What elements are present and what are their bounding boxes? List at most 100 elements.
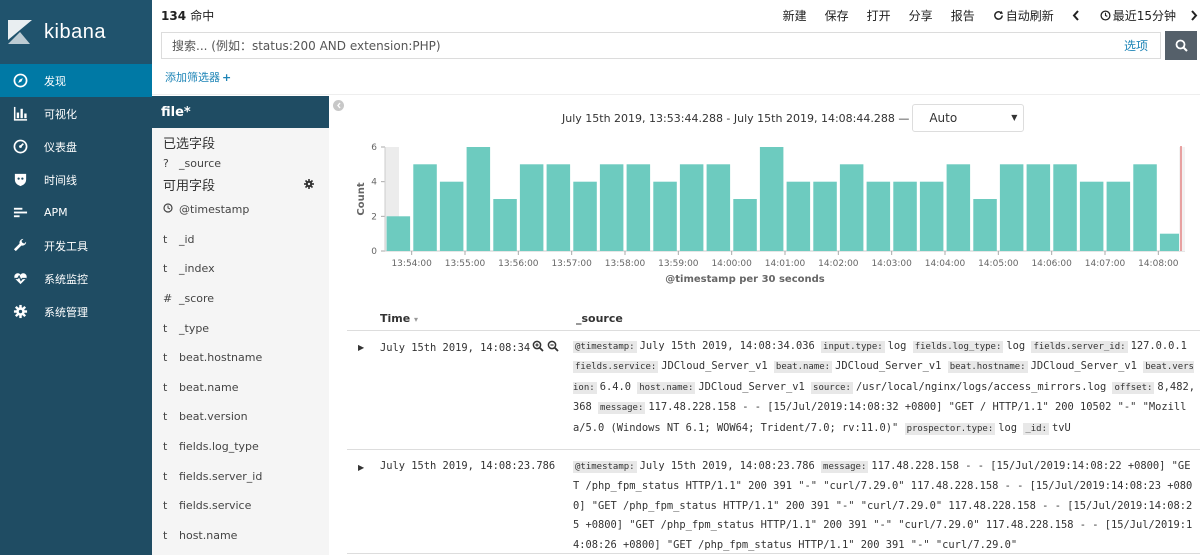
histogram-bar[interactable]: [573, 181, 597, 251]
chevron-right-icon: [1191, 10, 1198, 21]
nav-item-0[interactable]: 发现: [0, 64, 152, 97]
y-axis-label: Count: [356, 182, 367, 215]
histogram-bar[interactable]: [413, 164, 437, 251]
index-pattern[interactable]: file*: [152, 96, 329, 128]
kibana-logo[interactable]: kibana: [0, 0, 152, 64]
histogram-bar[interactable]: [999, 164, 1024, 251]
histogram-bar[interactable]: [679, 164, 704, 251]
field-item[interactable]: t fields.log_type: [152, 432, 329, 462]
table-row[interactable]: ▶ July 15th 2019, 14:08:23.786 @timestamp:…: [347, 450, 1200, 554]
time-picker-button[interactable]: 最近15分钟: [1100, 7, 1176, 24]
field-name: beat.hostname: [179, 351, 263, 365]
field-item[interactable]: # _score: [152, 284, 329, 314]
nav-item-1[interactable]: 可视化: [0, 97, 152, 130]
search-button[interactable]: [1165, 31, 1197, 60]
histogram-bar[interactable]: [546, 164, 571, 251]
histogram-bar[interactable]: [893, 181, 917, 251]
x-tick-label: 13:58:00: [605, 259, 646, 269]
histogram-bar[interactable]: [813, 181, 837, 251]
histogram-bar[interactable]: [519, 164, 544, 251]
source-field-key: fields.service:: [573, 361, 659, 374]
source-field-key: beat.name:: [773, 361, 833, 374]
histogram-bar[interactable]: [626, 164, 651, 251]
x-tick-label: 13:57:00: [551, 259, 592, 269]
nav-item-3[interactable]: 时间线: [0, 163, 152, 196]
field-type-icon: t: [163, 410, 168, 424]
field-item[interactable]: @timestamp: [152, 195, 329, 225]
field-type-icon: t: [163, 351, 168, 365]
histogram-bar[interactable]: [946, 164, 971, 251]
menu-new[interactable]: 新建: [783, 7, 807, 24]
list-icon: [12, 205, 28, 221]
histogram-bar[interactable]: [653, 181, 677, 251]
histogram-bar[interactable]: [1133, 164, 1157, 251]
add-filter-link[interactable]: 添加筛选器 +: [165, 69, 231, 85]
histogram-bar[interactable]: [866, 181, 891, 251]
field-name: host.name: [179, 528, 238, 542]
field-item[interactable]: t _index: [152, 254, 329, 284]
auto-refresh-button[interactable]: 自动刷新: [993, 7, 1054, 24]
field-type-icon: t: [163, 469, 168, 483]
histogram-bar[interactable]: [839, 164, 864, 251]
field-item[interactable]: t beat.hostname: [152, 343, 329, 373]
field-item[interactable]: t fields.service: [152, 491, 329, 521]
histogram-bar[interactable]: [466, 147, 491, 251]
row-time: July 15th 2019, 14:08:23.786: [380, 460, 555, 472]
menu-share[interactable]: 分享: [909, 7, 933, 24]
histogram-bar[interactable]: [973, 199, 997, 251]
source-field-key: message:: [598, 402, 646, 415]
expand-row-icon[interactable]: ▶: [358, 463, 364, 472]
nav-item-2[interactable]: 仪表盘: [0, 130, 152, 163]
nav-item-4[interactable]: APM: [0, 196, 152, 229]
histogram-bar[interactable]: [1026, 164, 1051, 251]
time-back-button[interactable]: [1072, 10, 1082, 21]
field-item[interactable]: t fields.server_id: [152, 461, 329, 491]
column-time[interactable]: Time ▾: [347, 312, 576, 325]
histogram-bar[interactable]: [439, 181, 464, 251]
x-tick-label: 13:59:00: [658, 259, 699, 269]
nav-item-5[interactable]: 开发工具: [0, 229, 152, 262]
nav-item-label: 系统监控: [44, 272, 88, 286]
table-row[interactable]: ▶ July 15th 2019, 14:08:34 @timestamp: July…: [347, 331, 1200, 450]
source-field-key: offset:: [1112, 381, 1155, 394]
field-item[interactable]: t beat.name: [152, 373, 329, 403]
x-tick-label: 14:01:00: [765, 259, 806, 269]
histogram-bar[interactable]: [1053, 164, 1077, 251]
source-field-key: @timestamp:: [573, 461, 637, 473]
expand-row-icon[interactable]: ▶: [358, 343, 364, 352]
source-field-key: source:: [811, 381, 853, 394]
source-field-value: JDCloud_Server_v1: [835, 360, 942, 373]
field-name: fields.log_type: [179, 440, 259, 454]
field-item[interactable]: t beat.version: [152, 402, 329, 432]
nav-item-6[interactable]: 系统监控: [0, 262, 152, 295]
gear-icon[interactable]: [304, 179, 314, 189]
collapse-sidebar-button[interactable]: [333, 100, 344, 111]
field-item[interactable]: t _type: [152, 313, 329, 343]
histogram-bar[interactable]: [599, 164, 624, 251]
search-input[interactable]: 搜索... (例如：status:200 AND extension:PHP) …: [161, 32, 1161, 59]
histogram-bar[interactable]: [733, 199, 757, 251]
x-tick-label: 14:03:00: [871, 259, 912, 269]
field-item[interactable]: t _id: [152, 225, 329, 255]
histogram-bar[interactable]: [1079, 181, 1104, 251]
histogram-bar[interactable]: [786, 181, 811, 251]
field-item[interactable]: t host.name: [152, 521, 329, 551]
interval-select[interactable]: Auto ▼: [912, 104, 1025, 132]
histogram-bar[interactable]: [919, 181, 944, 251]
menu-save[interactable]: 保存: [825, 7, 849, 24]
nav-item-7[interactable]: 系统管理: [0, 295, 152, 328]
options-link[interactable]: 选项: [1124, 37, 1148, 54]
source-field-value: log: [1006, 340, 1026, 352]
row-time: July 15th 2019, 14:08:34: [380, 340, 559, 355]
menu-report[interactable]: 报告: [951, 7, 975, 24]
field-item[interactable]: ? _source: [152, 153, 329, 173]
plus-icon: +: [222, 71, 232, 84]
histogram-chart[interactable]: 0 2 4 6 Count 13:54:00 13:55:00 13:56:00 13:57:0…: [347, 136, 1200, 296]
histogram-bar[interactable]: [493, 199, 517, 251]
menu-open[interactable]: 打开: [867, 7, 891, 24]
histogram-bar[interactable]: [386, 216, 411, 251]
histogram-bar[interactable]: [706, 164, 731, 251]
histogram-bar[interactable]: [759, 147, 784, 251]
histogram-bar[interactable]: [1106, 181, 1131, 251]
time-forward-button[interactable]: [1190, 10, 1200, 21]
